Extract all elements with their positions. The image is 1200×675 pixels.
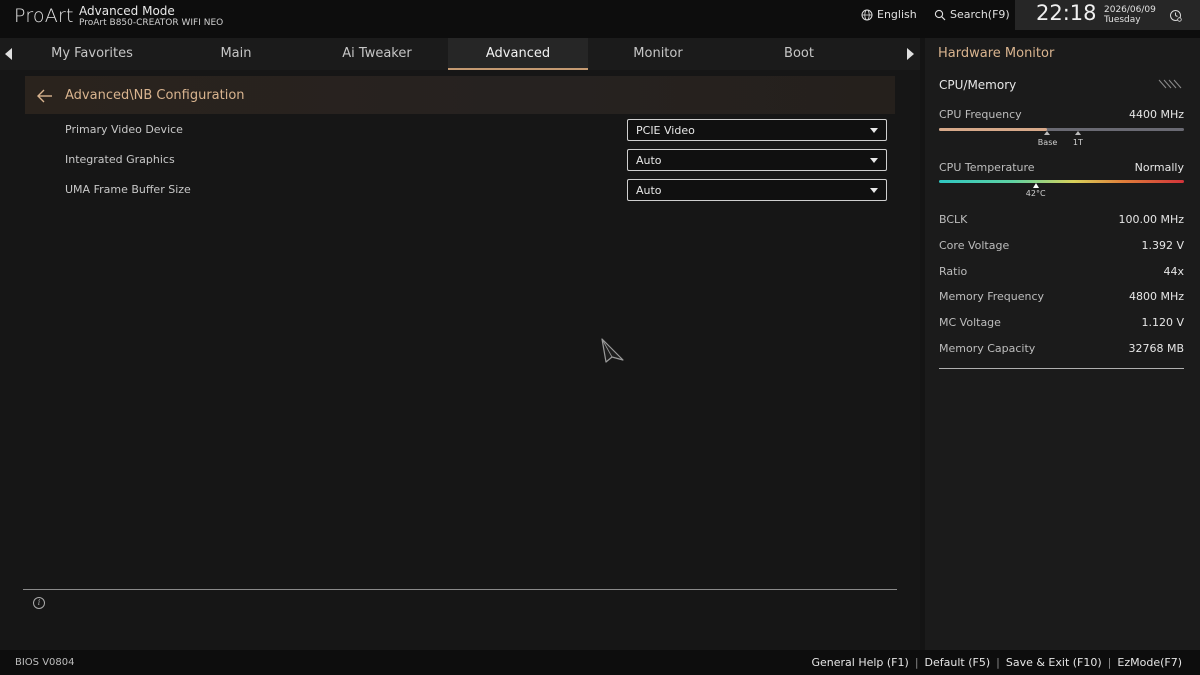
bios-version: BIOS V0804 bbox=[15, 657, 75, 668]
cpu-temperature-reading: 42°C bbox=[1025, 189, 1046, 198]
save-exit-button[interactable]: Save & Exit (F10) bbox=[1006, 656, 1102, 669]
mode-title: Advanced Mode bbox=[79, 4, 175, 18]
1t-marker-label: 1T bbox=[1072, 138, 1083, 147]
setting-label-integrated-graphics: Integrated Graphics bbox=[65, 153, 175, 166]
1t-marker-icon bbox=[1074, 131, 1081, 135]
tab-my-favorites[interactable]: My Favorites bbox=[22, 38, 162, 70]
search-label: Search(F9) bbox=[950, 8, 1010, 21]
info-icon: i bbox=[33, 597, 45, 609]
tab-bar: My Favorites Main Ai Tweaker Advanced Mo… bbox=[0, 38, 920, 70]
separator: | bbox=[1107, 656, 1112, 669]
ezmode-button[interactable]: EzMode(F7) bbox=[1117, 656, 1182, 669]
mouse-pointer-icon bbox=[601, 338, 624, 363]
breadcrumb-path: Advanced\NB Configuration bbox=[65, 88, 245, 103]
weekday-text: Tuesday bbox=[1104, 15, 1141, 25]
hw-value-bclk: 100.00 MHz bbox=[1118, 213, 1184, 226]
separator: | bbox=[914, 656, 919, 669]
integrated-graphics-select[interactable]: Auto bbox=[627, 149, 887, 171]
caret-down-icon bbox=[870, 188, 878, 193]
help-divider bbox=[23, 589, 897, 590]
default-button[interactable]: Default (F5) bbox=[925, 656, 991, 669]
hw-divider bbox=[939, 368, 1184, 369]
cpu-frequency-bar bbox=[939, 128, 1184, 131]
base-marker-label: Base bbox=[1037, 138, 1058, 147]
clock-settings-icon[interactable] bbox=[1169, 9, 1182, 22]
tab-main[interactable]: Main bbox=[166, 38, 306, 70]
general-help-button[interactable]: General Help (F1) bbox=[811, 656, 908, 669]
cpu-frequency-value: 4400 MHz bbox=[1128, 108, 1184, 121]
uma-frame-buffer-size-select[interactable]: Auto bbox=[627, 179, 887, 201]
tab-monitor[interactable]: Monitor bbox=[588, 38, 728, 70]
tab-advanced[interactable]: Advanced bbox=[448, 38, 588, 70]
globe-icon bbox=[861, 9, 873, 20]
caret-down-icon bbox=[870, 128, 878, 133]
tab-boot[interactable]: Boot bbox=[729, 38, 869, 70]
footer-shortcuts: General Help (F1) | Default (F5) | Save … bbox=[811, 656, 1182, 669]
select-value: Auto bbox=[636, 154, 662, 167]
cpu-temperature-status: Normally bbox=[1134, 161, 1184, 174]
temperature-marker-icon bbox=[1032, 183, 1039, 188]
hw-value-memory-capacity: 32768 MB bbox=[1128, 342, 1184, 355]
language-label: English bbox=[877, 8, 917, 21]
cpu-frequency-label: CPU Frequency bbox=[939, 108, 1022, 121]
stripes-icon bbox=[1158, 79, 1182, 89]
hw-label-memory-capacity: Memory Capacity bbox=[939, 342, 1036, 355]
search-icon bbox=[934, 9, 946, 20]
hw-label-mc-voltage: MC Voltage bbox=[939, 316, 1001, 329]
caret-down-icon bbox=[870, 158, 878, 163]
proart-logo: ProArt bbox=[14, 5, 74, 27]
hw-label-core-voltage: Core Voltage bbox=[939, 239, 1010, 252]
setting-label-uma-frame-buffer-size: UMA Frame Buffer Size bbox=[65, 183, 191, 196]
separator: | bbox=[996, 656, 1000, 669]
tab-ai-tweaker[interactable]: Ai Tweaker bbox=[307, 38, 447, 70]
clock-time[interactable]: 22:18 bbox=[1036, 1, 1097, 25]
hw-value-memory-frequency: 4800 MHz bbox=[1128, 290, 1184, 303]
search-button[interactable]: Search(F9) bbox=[934, 8, 1010, 21]
cpu-frequency-bar-fill bbox=[939, 128, 1047, 131]
tab-scroll-right-icon[interactable] bbox=[907, 48, 914, 60]
select-value: Auto bbox=[636, 184, 662, 197]
hw-value-ratio: 44x bbox=[1163, 265, 1184, 278]
hardware-monitor-title: Hardware Monitor bbox=[938, 46, 1055, 61]
base-marker-icon bbox=[1043, 131, 1050, 135]
select-value: PCIE Video bbox=[636, 124, 695, 137]
hw-value-mc-voltage: 1.120 V bbox=[1141, 316, 1184, 329]
language-button[interactable]: English bbox=[861, 8, 917, 21]
setting-label-primary-video-device: Primary Video Device bbox=[65, 123, 183, 136]
cpu-temperature-bar bbox=[939, 180, 1184, 183]
hw-label-memory-frequency: Memory Frequency bbox=[939, 290, 1045, 303]
date-text: 2026/06/09 bbox=[1104, 5, 1156, 15]
cpu-memory-section-title: CPU/Memory bbox=[939, 78, 1017, 92]
primary-video-device-select[interactable]: PCIE Video bbox=[627, 119, 887, 141]
board-model: ProArt B850-CREATOR WIFI NEO bbox=[79, 18, 224, 28]
clock-date[interactable]: 2026/06/09 Tuesday bbox=[1104, 5, 1156, 25]
hw-label-bclk: BCLK bbox=[939, 213, 968, 226]
tab-scroll-left-icon[interactable] bbox=[5, 48, 12, 60]
back-arrow-icon[interactable] bbox=[36, 87, 54, 105]
hw-value-core-voltage: 1.392 V bbox=[1141, 239, 1184, 252]
hw-label-ratio: Ratio bbox=[939, 265, 968, 278]
cpu-temperature-label: CPU Temperature bbox=[939, 161, 1035, 174]
